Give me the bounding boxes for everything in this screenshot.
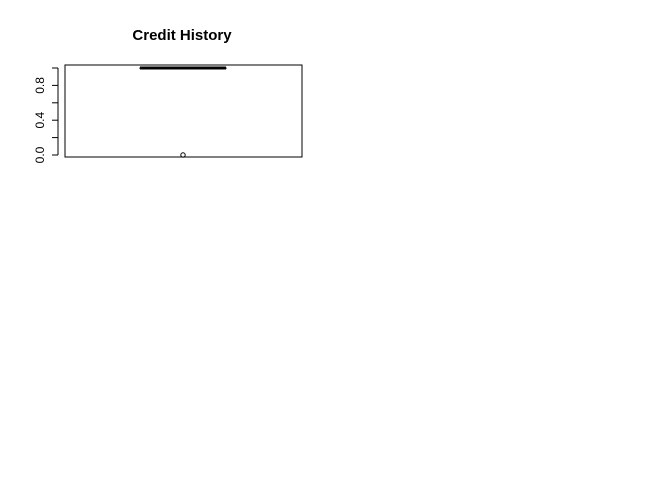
y-axis: 0.0 0.4 0.8 [33, 67, 59, 163]
chart-title: Credit History [132, 27, 232, 44]
boxplot-chart: Credit History 0.0 0.4 0.8 [33, 27, 303, 163]
plot-frame [64, 64, 303, 158]
y-tick-label: 0.8 [33, 77, 47, 94]
y-tick-label: 0.0 [33, 146, 47, 163]
y-tick-label: 0.4 [33, 112, 47, 129]
box-series [139, 66, 227, 158]
chart-canvas: Credit History 0.0 0.4 0.8 [0, 0, 672, 480]
